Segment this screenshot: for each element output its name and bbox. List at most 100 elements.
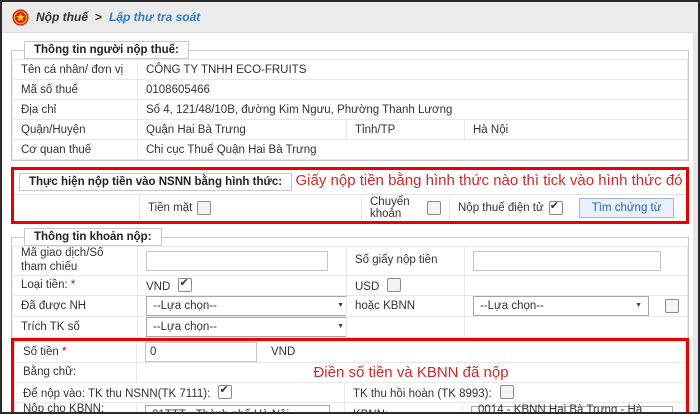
taxpayer-info-legend: Thông tin người nộp thuế: [24, 41, 189, 59]
table-row: Nộp cho KBNN: Tỉnh/TP 01TTT - Thành phố … [15, 402, 686, 414]
select-value: 01TTT - Thành phố Hà Nội [152, 409, 289, 414]
table-row: Trích TK số --Lựa chọn-- [13, 316, 688, 337]
table-row: Bằng chữ: Điền số tiền và KBNN đã nộp [15, 362, 686, 382]
transfer-label: Chuyển khoản [370, 196, 422, 220]
transaction-label: Mã giao dịch/Số tham chiếu [13, 247, 138, 276]
breadcrumb: Nộp thuế > Lập thư tra soát [2, 2, 698, 33]
pay-into-option: Để nộp vào: TK thu NSNN(TK 7111): [15, 382, 345, 402]
table-row: Cơ quan thuế Chi cục Thuế Quận Hai Bà Tr… [13, 140, 688, 160]
tax-office-value: Chi cục Thuế Quận Hai Bà Trưng [138, 140, 688, 160]
treasury-select[interactable]: --Lựa chọn-- [473, 296, 649, 316]
select-value: --Lựa chọn-- [153, 300, 217, 312]
district-label: Quận/Huyện [13, 120, 138, 140]
scrollbar-track[interactable] [693, 32, 698, 412]
amount-input[interactable] [145, 342, 257, 362]
address-value: Số 4, 121/48/10B, đường Kim Ngưu, Phường… [138, 100, 688, 120]
treasury-province-select[interactable]: 01TTT - Thành phố Hà Nội [145, 405, 330, 414]
transaction-input[interactable] [146, 251, 328, 271]
vnd-checkbox[interactable] [178, 278, 192, 292]
tax-code-label: Mã số thuế [13, 80, 138, 100]
table-row: Tên cá nhân/ đơn vị CÔNG TY TNHH ECO-FRU… [13, 60, 688, 80]
province-value: Hà Nội [465, 120, 688, 140]
receipt-cell [465, 247, 688, 276]
amount-cell: VND [137, 341, 686, 362]
breadcrumb-separator: > [95, 10, 102, 24]
payment-method-options-row: Tiền mặt Chuyển khoản Nộp thuế điện tử T… [14, 194, 686, 221]
payment-info-section: Thông tin khoản nộp: Mã giao dịch/Số tha… [11, 228, 689, 414]
table-row: Quận/Huyện Quận Hai Bà Trưng Tỉnh/TP Hà … [13, 120, 688, 140]
district-value: Quận Hai Bà Trưng [138, 120, 347, 140]
bank-label: Đã được NH [13, 295, 138, 316]
taxpayer-info-section: Thông tin người nộp thuế: Tên cá nhân/ đ… [11, 41, 689, 161]
name-value: CÔNG TY TNHH ECO-FRUITS [138, 60, 688, 80]
taxpayer-info-table: Tên cá nhân/ đơn vị CÔNG TY TNHH ECO-FRU… [12, 59, 688, 160]
or-treasury-label: hoặc KBNN [347, 295, 465, 316]
payment-method-annotation: Giấy nộp tiền bằng hình thức nào thì tic… [292, 172, 686, 189]
refund-option: TK thu hồi hoàn (TK 8993): [344, 382, 685, 402]
debit-account-select[interactable]: --Lựa chọn-- [146, 317, 347, 337]
refund-checkbox[interactable] [500, 385, 514, 399]
find-voucher-button[interactable]: Tìm chứng từ [579, 198, 675, 218]
payment-method-section: Thực hiện nộp tiền vào NSNN bằng hình th… [11, 167, 689, 224]
breadcrumb-item-lap-thu-tra-soat[interactable]: Lập thư tra soát [109, 10, 200, 24]
vnd-option: VND [138, 275, 347, 295]
table-row: Mã số thuế 0108605466 [13, 80, 688, 100]
province-label: Tỉnh/TP [347, 120, 465, 140]
empty-cell [347, 316, 465, 337]
payment-method-legend: Thực hiện nộp tiền vào NSNN bằng hình th… [19, 173, 292, 191]
etax-label: Nộp thuế điện tử [458, 202, 544, 214]
empty-cell [465, 275, 688, 295]
table-row: Để nộp vào: TK thu NSNN(TK 7111): TK thu… [15, 382, 686, 402]
transfer-checkbox[interactable] [427, 201, 441, 215]
treasury-cell: --Lựa chọn-- [465, 295, 688, 316]
kbnn-cell: 0014 - KBNN Hai Bà Trưng - Hà Nội [462, 402, 685, 414]
tax-payment-page: Nộp thuế > Lập thư tra soát Thông tin ng… [0, 0, 700, 414]
amount-table: Số tiền * VND Bằng chữ: Điền số tiền và … [14, 341, 686, 414]
amount-label: Số tiền * [15, 341, 137, 362]
payment-method-header: Thực hiện nộp tiền vào NSNN bằng hình th… [14, 170, 686, 191]
select-value: 0014 - KBNN Hai Bà Trưng - Hà Nội [478, 404, 651, 414]
tax-office-label: Cơ quan thuế [13, 140, 138, 160]
find-voucher-cell: Tìm chứng từ [571, 195, 683, 221]
empty-cell [14, 195, 139, 221]
table-row: Địa chỉ Số 4, 121/48/10B, đường Kim Ngưu… [13, 100, 688, 120]
required-mark: * [62, 346, 66, 358]
cash-label: Tiền mặt [148, 202, 192, 214]
amount-annotation: Điền số tiền và KBNN đã nộp [137, 362, 686, 382]
debit-account-label: Trích TK số [13, 316, 138, 337]
pay-into-checkbox[interactable] [218, 385, 232, 399]
required-mark: * [71, 279, 75, 291]
bank-select[interactable]: --Lựa chọn-- [146, 296, 347, 316]
etax-option: Nộp thuế điện tử [449, 195, 571, 221]
cash-checkbox[interactable] [197, 201, 211, 215]
debit-account-cell: --Lựa chọn-- [138, 316, 347, 337]
select-value: --Lựa chọn-- [153, 321, 217, 333]
kbnn-label: KBNN: [344, 402, 462, 414]
etax-checkbox[interactable] [549, 201, 563, 215]
in-words-label: Bằng chữ: [15, 362, 137, 382]
breadcrumb-item-nop-thue[interactable]: Nộp thuế [36, 10, 88, 24]
payment-info-legend: Thông tin khoản nộp: [24, 228, 162, 246]
table-row: Mã giao dịch/Số tham chiếu Số giấy nộp t… [13, 247, 688, 276]
select-value: --Lựa chọn-- [480, 300, 544, 312]
amount-currency: VND [271, 346, 295, 358]
table-row: Loại tiền: * VND USD [13, 275, 688, 295]
transfer-option: Chuyển khoản [361, 195, 449, 221]
table-row: Đã được NH --Lựa chọn-- hoặc KBNN --Lựa … [13, 295, 688, 316]
tax-code-value: 0108605466 [138, 80, 688, 100]
treasury-province-cell: 01TTT - Thành phố Hà Nội [137, 402, 345, 414]
kbnn-select[interactable]: 0014 - KBNN Hai Bà Trưng - Hà Nội [471, 406, 673, 414]
table-row: Số tiền * VND [15, 341, 686, 362]
payment-info-table: Mã giao dịch/Số tham chiếu Số giấy nộp t… [12, 246, 688, 338]
receipt-label: Số giấy nộp tiền [347, 247, 465, 276]
transaction-cell [138, 247, 347, 276]
address-label: Địa chỉ [13, 100, 138, 120]
receipt-input[interactable] [473, 251, 661, 271]
emblem-icon [12, 9, 29, 26]
treasury-province-label: Nộp cho KBNN: Tỉnh/TP [15, 402, 137, 414]
treasury-checkbox[interactable] [665, 299, 679, 313]
usd-checkbox[interactable] [387, 278, 401, 292]
bank-cell: --Lựa chọn-- [138, 295, 347, 316]
amount-highlight-box: Số tiền * VND Bằng chữ: Điền số tiền và … [11, 338, 689, 414]
currency-label: Loại tiền: * [13, 275, 138, 295]
